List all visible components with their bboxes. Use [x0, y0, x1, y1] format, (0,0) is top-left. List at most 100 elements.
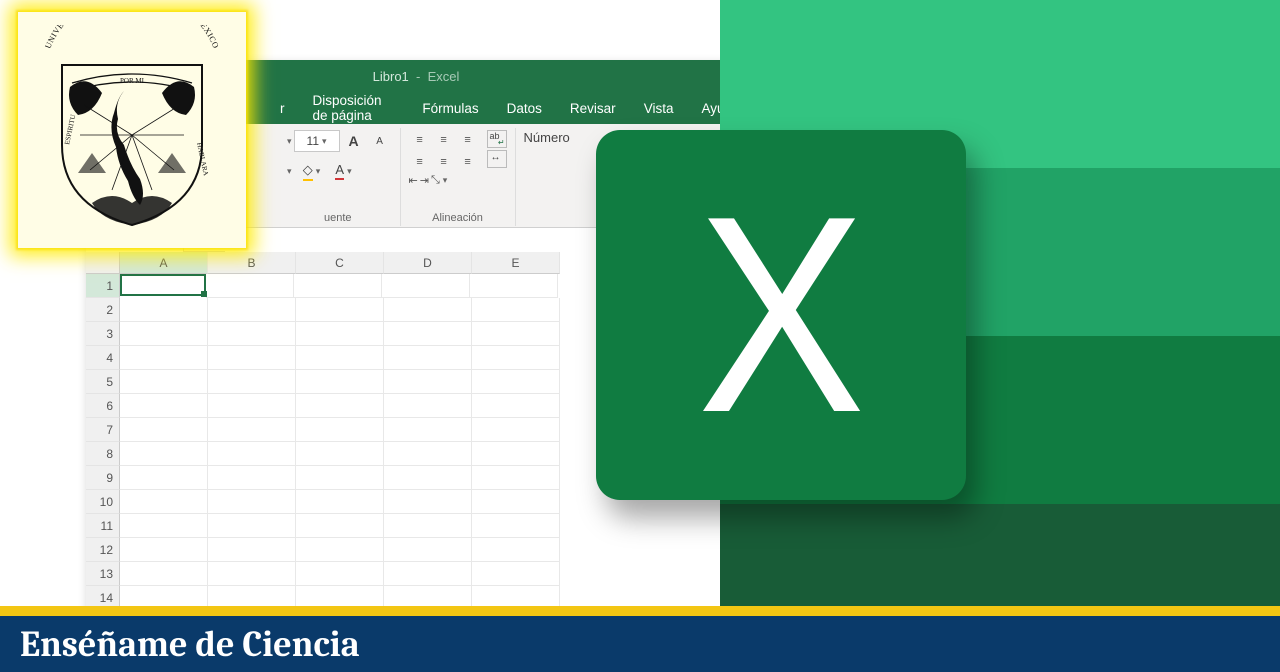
merge-center-button[interactable]: ↔: [487, 150, 507, 168]
cell[interactable]: [472, 418, 560, 442]
tab-formulas[interactable]: Fórmulas: [408, 92, 492, 124]
cell[interactable]: [208, 538, 296, 562]
cell[interactable]: [472, 562, 560, 586]
cell[interactable]: [384, 346, 472, 370]
cell[interactable]: [120, 418, 208, 442]
row-header[interactable]: 2: [86, 298, 120, 322]
row-header[interactable]: 12: [86, 538, 120, 562]
cell[interactable]: [120, 370, 208, 394]
cell[interactable]: [208, 490, 296, 514]
cell[interactable]: [296, 370, 384, 394]
align-left-icon[interactable]: ≡: [409, 152, 431, 172]
cell[interactable]: [208, 370, 296, 394]
row-header[interactable]: 13: [86, 562, 120, 586]
cell[interactable]: [296, 346, 384, 370]
cell[interactable]: [120, 514, 208, 538]
cell[interactable]: [296, 562, 384, 586]
border-dropdown-icon[interactable]: ▾: [287, 166, 292, 177]
orientation-icon[interactable]: ⤡▾: [431, 174, 447, 187]
tab-data[interactable]: Datos: [493, 92, 556, 124]
cell[interactable]: [208, 298, 296, 322]
cell[interactable]: [296, 418, 384, 442]
cell[interactable]: [294, 274, 382, 298]
column-header[interactable]: D: [384, 252, 472, 274]
cell[interactable]: [120, 346, 208, 370]
cell[interactable]: [382, 274, 470, 298]
font-name-dropdown-icon[interactable]: ▾: [287, 136, 292, 147]
cell[interactable]: [384, 322, 472, 346]
row-header[interactable]: 5: [86, 370, 120, 394]
cell[interactable]: [120, 274, 206, 296]
cell[interactable]: [120, 322, 208, 346]
cell[interactable]: [208, 514, 296, 538]
cell[interactable]: [472, 442, 560, 466]
column-header[interactable]: A: [120, 252, 208, 274]
cell[interactable]: [296, 394, 384, 418]
cell[interactable]: [296, 466, 384, 490]
cell[interactable]: [384, 490, 472, 514]
row-header[interactable]: 8: [86, 442, 120, 466]
align-bottom-icon[interactable]: ≡: [457, 130, 479, 150]
cell[interactable]: [296, 514, 384, 538]
cell[interactable]: [384, 562, 472, 586]
cell[interactable]: [384, 418, 472, 442]
cell[interactable]: [208, 346, 296, 370]
cell[interactable]: [384, 514, 472, 538]
align-center-icon[interactable]: ≡: [433, 152, 455, 172]
cell[interactable]: [384, 394, 472, 418]
align-right-icon[interactable]: ≡: [457, 152, 479, 172]
wrap-text-button[interactable]: ab ↵: [487, 130, 507, 148]
row-header[interactable]: 3: [86, 322, 120, 346]
row-header[interactable]: 9: [86, 466, 120, 490]
cell[interactable]: [208, 322, 296, 346]
row-header[interactable]: 10: [86, 490, 120, 514]
cell[interactable]: [208, 418, 296, 442]
cell[interactable]: [208, 466, 296, 490]
column-header[interactable]: E: [472, 252, 560, 274]
cell[interactable]: [384, 298, 472, 322]
cell[interactable]: [472, 298, 560, 322]
cell[interactable]: [384, 442, 472, 466]
cell[interactable]: [472, 466, 560, 490]
cell[interactable]: [384, 370, 472, 394]
cell[interactable]: [208, 442, 296, 466]
cell[interactable]: [472, 370, 560, 394]
font-color-button[interactable]: A ▾: [332, 160, 356, 182]
column-header[interactable]: C: [296, 252, 384, 274]
cell[interactable]: [120, 394, 208, 418]
cell[interactable]: [384, 466, 472, 490]
cell[interactable]: [296, 298, 384, 322]
cell[interactable]: [120, 442, 208, 466]
cell[interactable]: [120, 298, 208, 322]
row-header[interactable]: 1: [86, 274, 120, 298]
cell[interactable]: [120, 466, 208, 490]
decrease-indent-icon[interactable]: ⇤: [409, 174, 418, 187]
tab-partial[interactable]: r: [266, 92, 299, 124]
cell[interactable]: [296, 442, 384, 466]
select-all-corner[interactable]: [86, 252, 120, 274]
tab-page-layout[interactable]: Disposición de página: [299, 92, 409, 124]
row-header[interactable]: 6: [86, 394, 120, 418]
cell[interactable]: [120, 490, 208, 514]
cell[interactable]: [208, 562, 296, 586]
increase-font-button[interactable]: A: [342, 130, 366, 152]
cell[interactable]: [120, 562, 208, 586]
align-top-icon[interactable]: ≡: [409, 130, 431, 150]
row-header[interactable]: 7: [86, 418, 120, 442]
cell[interactable]: [208, 394, 296, 418]
row-header[interactable]: 4: [86, 346, 120, 370]
increase-indent-icon[interactable]: ⇥: [420, 174, 429, 187]
cell[interactable]: [206, 274, 294, 298]
decrease-font-button[interactable]: A: [368, 130, 392, 152]
cell[interactable]: [470, 274, 558, 298]
cell[interactable]: [120, 538, 208, 562]
cell[interactable]: [472, 538, 560, 562]
cell[interactable]: [472, 322, 560, 346]
cell[interactable]: [296, 490, 384, 514]
fill-color-button[interactable]: ◇ ▾: [300, 160, 324, 182]
cell[interactable]: [384, 538, 472, 562]
cell[interactable]: [296, 538, 384, 562]
cell[interactable]: [472, 514, 560, 538]
cell[interactable]: [472, 394, 560, 418]
cell[interactable]: [296, 322, 384, 346]
